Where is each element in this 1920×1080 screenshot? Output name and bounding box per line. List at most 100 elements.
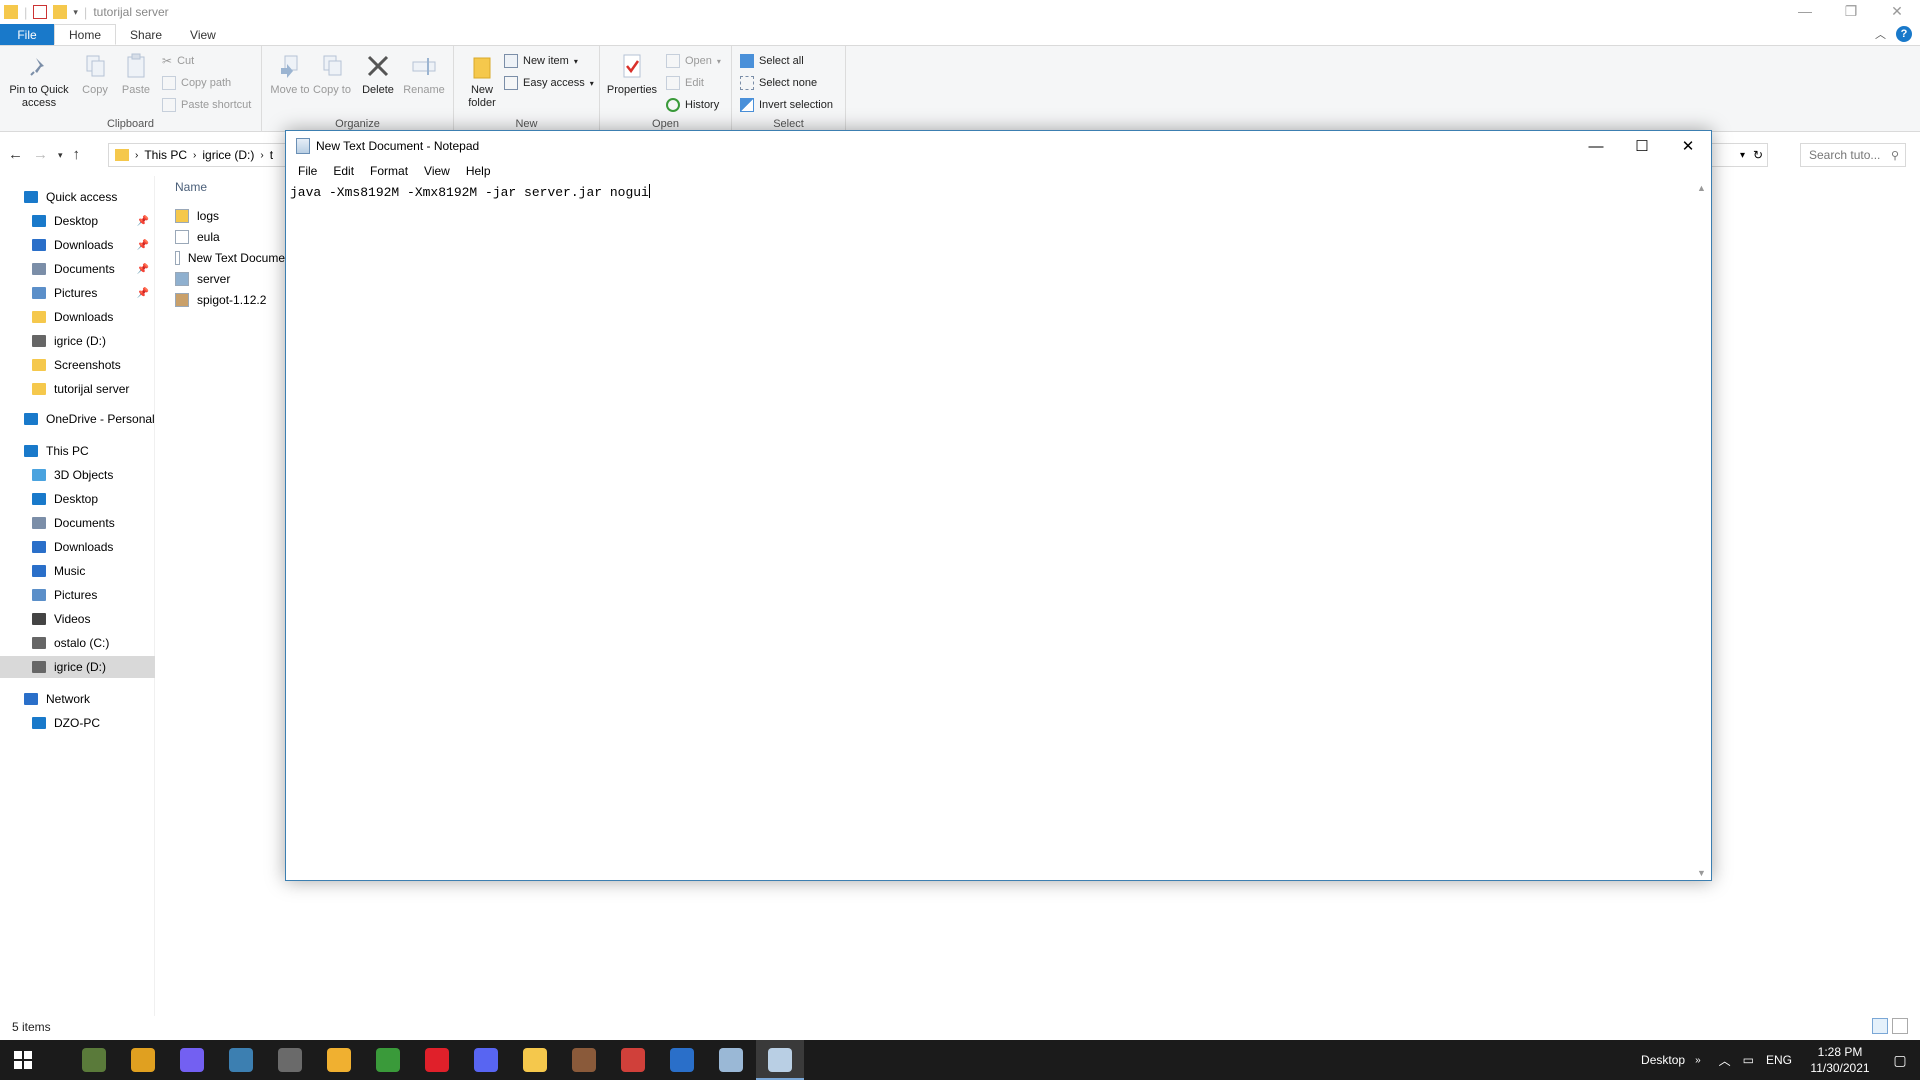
menu-format[interactable]: Format (362, 164, 416, 178)
customize-qat-icon[interactable]: ▾ (73, 7, 78, 18)
chrome-icon[interactable] (131, 1048, 155, 1072)
search-box[interactable]: Search tuto... ⚲ (1800, 143, 1906, 167)
discord-icon[interactable] (474, 1048, 498, 1072)
sidebar-item[interactable]: Desktop (0, 488, 155, 510)
toolbar-expand-icon[interactable]: » (1695, 1055, 1701, 1066)
breadcrumb-folder[interactable]: t (270, 148, 273, 162)
sidebar-item[interactable]: Documents (0, 512, 155, 534)
desktop-toolbar-label[interactable]: Desktop (1641, 1053, 1685, 1067)
large-icons-view-icon[interactable] (1892, 1018, 1908, 1034)
paste-shortcut-button[interactable]: Paste shortcut (162, 96, 251, 114)
notepad-icon[interactable] (768, 1048, 792, 1072)
close-button[interactable]: ✕ (1665, 131, 1711, 161)
sidebar-item[interactable]: OneDrive - Personal (0, 408, 155, 430)
file-row[interactable]: server (175, 269, 295, 289)
easy-access-button[interactable]: Easy access ▾ (504, 74, 594, 92)
pin-to-quick-access-button[interactable]: Pin to Quick access (6, 52, 72, 110)
language-indicator[interactable]: ENG (1766, 1053, 1792, 1067)
refresh-icon[interactable]: ↻ (1753, 148, 1763, 162)
tab-share[interactable]: Share (116, 24, 176, 45)
paint-icon[interactable] (719, 1048, 743, 1072)
file-row[interactable]: New Text Document (175, 248, 295, 268)
back-arrow-icon[interactable]: ← (8, 146, 23, 163)
sidebar-item[interactable]: Pictures (0, 584, 155, 606)
sidebar-item[interactable]: Screenshots (0, 354, 155, 376)
help-icon[interactable]: ? (1896, 26, 1912, 42)
clock[interactable]: 1:28 PM 11/30/2021 (1800, 1044, 1880, 1076)
scroll-up-icon[interactable]: ▲ (1697, 183, 1706, 193)
game-icon[interactable] (278, 1048, 302, 1072)
game-character-icon[interactable] (572, 1048, 596, 1072)
column-header-name[interactable]: Name (175, 180, 207, 194)
tab-home[interactable]: Home (54, 24, 117, 45)
up-arrow-icon[interactable]: ↑ (73, 146, 81, 163)
chevron-up-icon[interactable]: ︿ (1719, 1052, 1731, 1069)
minimize-button[interactable]: — (1573, 131, 1619, 161)
sidebar-item[interactable]: Quick access (0, 186, 155, 208)
open-button[interactable]: Open ▾ (666, 52, 721, 70)
select-all-button[interactable]: Select all (740, 52, 804, 70)
sidebar-item[interactable]: ostalo (C:) (0, 632, 155, 654)
sidebar-item[interactable]: Videos (0, 608, 155, 630)
invert-selection-button[interactable]: Invert selection (740, 96, 833, 114)
edit-button[interactable]: Edit (666, 74, 704, 92)
minimize-button[interactable]: — (1782, 0, 1828, 22)
tab-view[interactable]: View (176, 24, 230, 45)
calculator-icon[interactable] (229, 1048, 253, 1072)
restore-button[interactable]: ❐ (1828, 0, 1874, 22)
rename-button[interactable]: Rename (402, 52, 446, 97)
menu-file[interactable]: File (290, 164, 325, 178)
sidebar-item[interactable]: igrice (D:) (0, 656, 155, 678)
sidebar-item[interactable]: Downloads (0, 306, 155, 328)
select-none-button[interactable]: Select none (740, 74, 817, 92)
opera-icon[interactable] (425, 1048, 449, 1072)
address-dropdown-icon[interactable]: ▾ (1740, 150, 1745, 161)
close-button[interactable]: ✕ (1874, 0, 1920, 22)
properties-button[interactable]: Properties (604, 52, 660, 97)
history-button[interactable]: History (666, 96, 719, 114)
sidebar-item[interactable]: Music (0, 560, 155, 582)
copy-path-button[interactable]: Copy path (162, 74, 231, 92)
copy-to-button[interactable]: Copy to (312, 52, 352, 97)
paste-button[interactable]: Paste (118, 52, 154, 97)
file-row[interactable]: eula (175, 227, 295, 247)
collapse-ribbon-icon[interactable]: ︿ (1875, 26, 1886, 42)
new-item-button[interactable]: New item ▾ (504, 52, 578, 70)
sidebar-item[interactable]: igrice (D:) (0, 330, 155, 352)
viber-icon[interactable] (180, 1048, 204, 1072)
sidebar-item[interactable]: Network (0, 688, 155, 710)
menu-edit[interactable]: Edit (325, 164, 362, 178)
forward-arrow-icon[interactable]: → (33, 146, 48, 163)
notifications-icon[interactable]: ▢ (1880, 1052, 1920, 1069)
file-row[interactable]: spigot-1.12.2 (175, 290, 295, 310)
delete-button[interactable]: Delete (358, 52, 398, 97)
sidebar-item[interactable]: tutorijal server (0, 378, 155, 400)
sidebar-item[interactable]: 3D Objects (0, 464, 155, 486)
breadcrumb-this-pc[interactable]: This PC (144, 148, 187, 162)
properties-icon[interactable] (33, 5, 48, 19)
recent-locations-icon[interactable]: ▾ (58, 150, 63, 163)
tab-file[interactable]: File (0, 24, 54, 45)
sidebar-item[interactable]: Desktop 📌 (0, 210, 155, 232)
menu-help[interactable]: Help (458, 164, 499, 178)
vim-icon[interactable] (376, 1048, 400, 1072)
menu-view[interactable]: View (416, 164, 458, 178)
chrome-alt-icon[interactable] (621, 1048, 645, 1072)
new-folder-button[interactable]: New folder (460, 52, 504, 110)
maximize-button[interactable]: ☐ (1619, 131, 1665, 161)
chrome-canary-icon[interactable] (327, 1048, 351, 1072)
sidebar-item[interactable]: DZO-PC (0, 712, 155, 734)
network-icon[interactable]: ▭ (1743, 1053, 1754, 1067)
details-view-icon[interactable] (1872, 1018, 1888, 1034)
sidebar-item[interactable]: Downloads 📌 (0, 234, 155, 256)
sidebar-item[interactable]: Documents 📌 (0, 258, 155, 280)
move-to-button[interactable]: Move to (270, 52, 310, 97)
sidebar-item[interactable]: Pictures 📌 (0, 282, 155, 304)
file-row[interactable]: logs (175, 206, 295, 226)
scroll-down-icon[interactable]: ▼ (1697, 868, 1706, 878)
cut-button[interactable]: ✂ Cut (162, 52, 194, 70)
sidebar-item[interactable]: Downloads (0, 536, 155, 558)
notepad-text-area[interactable]: java -Xms8192M -Xmx8192M -jar server.jar… (286, 181, 1695, 880)
photos-icon[interactable] (670, 1048, 694, 1072)
start-button[interactable] (0, 1040, 46, 1080)
